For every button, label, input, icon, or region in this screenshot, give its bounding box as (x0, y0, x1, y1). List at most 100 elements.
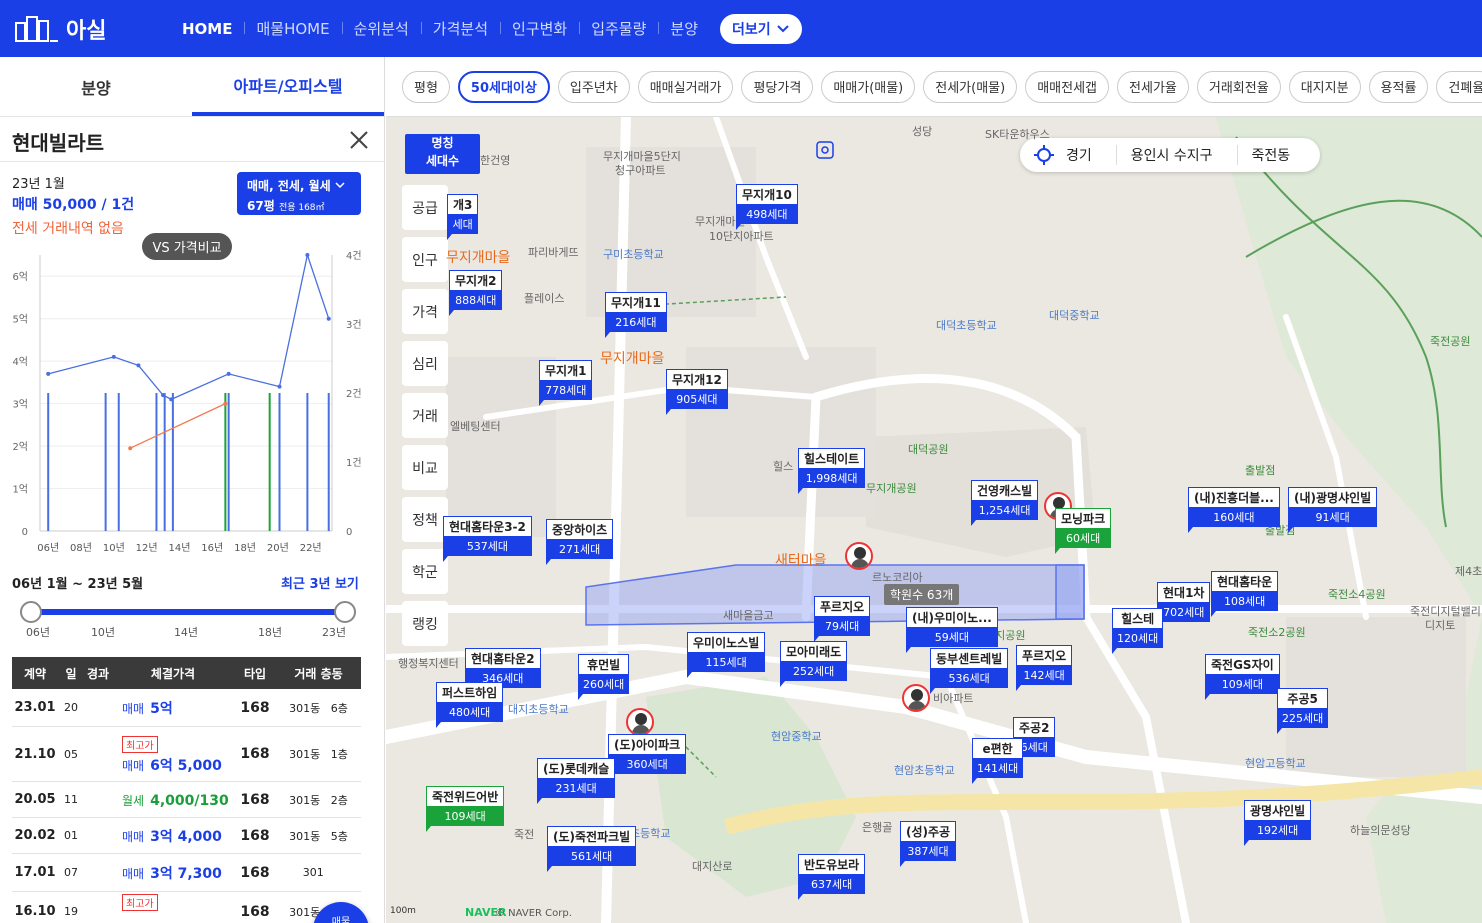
complex-marker[interactable]: 광명샤인빌 192세대 (1244, 800, 1312, 846)
map-place-label: 새터마을 (775, 553, 827, 569)
side-menu-item-5[interactable]: 비교 (402, 445, 448, 490)
complex-marker[interactable]: 우미이노스빌 115세대 (687, 632, 766, 678)
user-avatar-pin[interactable] (845, 542, 873, 570)
complex-marker[interactable]: (내)진흥더블... 160세대 (1188, 487, 1280, 533)
side-menu-item-0[interactable]: 공급 (402, 185, 448, 230)
marker-name: 현대1차 (1157, 582, 1211, 602)
nav-item-3[interactable]: 가격분석 (420, 18, 500, 39)
main-nav: HOME 매물HOME 순위분석 가격분석 인구변화 입주물량 분양 (170, 18, 710, 39)
gps-icon[interactable] (815, 140, 835, 160)
complex-marker[interactable]: (도)아이파크 360세대 (608, 734, 687, 780)
table-row[interactable]: 17.01 07 매매 3억 7,300 168 301 (12, 854, 361, 892)
nav-item-6[interactable]: 분양 (658, 18, 710, 39)
complex-marker[interactable]: 휴먼빌 260세대 (578, 654, 630, 700)
filter-chip-6[interactable]: 전세가(매물) (923, 70, 1018, 103)
complex-marker[interactable]: 죽전위드어반 109세대 (426, 786, 505, 832)
cell-date: 20.05 (14, 792, 56, 807)
marker-households: 252세대 (780, 661, 848, 681)
brand-logo[interactable]: 아실 (14, 13, 164, 45)
marker-households: 778세대 (539, 380, 593, 400)
filter-chip-5[interactable]: 매매가(매물) (821, 70, 916, 103)
complex-marker[interactable]: (도)죽전파크빌 561세대 (547, 826, 637, 872)
user-avatar-pin[interactable] (626, 708, 654, 736)
complex-marker[interactable]: (내)광명샤인빌 91세대 (1288, 487, 1378, 533)
filter-chip-9[interactable]: 거래회전율 (1196, 70, 1281, 103)
filter-chip-10[interactable]: 대지지분 (1288, 70, 1361, 103)
filter-chip-11[interactable]: 용적률 (1368, 70, 1429, 103)
nav-item-4[interactable]: 인구변화 (500, 18, 579, 39)
nav-item-1[interactable]: 매물HOME (244, 18, 341, 39)
close-icon[interactable] (348, 129, 370, 151)
filter-chip-12[interactable]: 건폐율 (1436, 70, 1482, 103)
complex-marker[interactable]: 현대홈타운3-2 537세대 (443, 516, 532, 562)
complex-marker[interactable]: 동부센트레빌 536세대 (930, 648, 1009, 694)
slider-handle-start[interactable] (20, 601, 42, 623)
side-menu-item-3[interactable]: 심리 (402, 341, 448, 386)
side-menu-item-7[interactable]: 학군 (402, 549, 448, 594)
complex-marker[interactable]: 무지개2 888세대 (449, 270, 503, 316)
complex-marker[interactable]: 힐스테 120세대 (1112, 608, 1164, 654)
filter-chip-0[interactable]: 평형 (402, 70, 450, 103)
user-avatar-pin[interactable] (902, 684, 930, 712)
complex-marker[interactable]: 주공5 225세대 (1277, 688, 1329, 734)
name-households-toggle[interactable]: 명칭 세대수 (405, 134, 480, 174)
complex-marker[interactable]: 건영캐스빌 1,254세대 (971, 480, 1039, 526)
table-row[interactable]: 20.02 01 매매 3억 4,000 168 301동 5층 (12, 818, 361, 854)
complex-marker[interactable]: 무지개12 905세대 (666, 369, 728, 415)
complex-marker[interactable]: 모닝파크 60세대 (1055, 508, 1112, 554)
filter-chip-4[interactable]: 평당가격 (741, 70, 814, 103)
complex-marker[interactable]: 무지개11 216세대 (605, 292, 667, 338)
tab-apartment-officetel[interactable]: 아파트/오피스텔 (192, 57, 384, 116)
complex-marker[interactable]: 무지개10 498세대 (736, 184, 798, 230)
loc-province[interactable]: 경기 (1066, 145, 1092, 165)
more-button[interactable]: 더보기 (720, 13, 802, 44)
side-menu-item-8[interactable]: 랭킹 (402, 601, 448, 646)
tab-bunyang[interactable]: 분양 (0, 57, 192, 116)
marker-households: 271세대 (546, 539, 614, 559)
map-place-label: 한건영 (480, 154, 511, 167)
period-slider[interactable] (20, 601, 356, 623)
table-row[interactable]: 16.1019최고가168301동 5층 (12, 892, 361, 923)
table-row[interactable]: 21.10 05 최고가 매매 6억 5,000 168 301동 1층 (12, 727, 361, 782)
nav-item-2[interactable]: 순위분석 (341, 18, 421, 39)
complex-marker[interactable]: (도)롯데캐슬 231세대 (537, 758, 616, 804)
complex-marker[interactable]: 푸르지오 142세대 (1016, 645, 1073, 691)
nav-item-5[interactable]: 입주물량 (579, 18, 658, 39)
side-menu-item-2[interactable]: 가격 (402, 289, 448, 334)
table-row[interactable]: 20.05 11 월세 4,000/130 168 301동 2층 (12, 782, 361, 818)
complex-marker[interactable]: e편한 141세대 (972, 738, 1024, 784)
complex-marker[interactable]: (내)우미이노... 59세대 (906, 607, 998, 653)
map-place-label: 엘베팅센터 (450, 420, 501, 433)
nav-item-0[interactable]: HOME (170, 20, 244, 38)
side-menu-item-1[interactable]: 인구 (402, 237, 448, 282)
cell-price: 최고가 매매 6억 5,000 (112, 734, 234, 775)
loc-dong[interactable]: 죽전동 (1236, 145, 1290, 165)
complex-marker[interactable]: 모아미래도 252세대 (780, 641, 848, 687)
complex-marker[interactable]: 중앙하이츠 271세대 (546, 519, 614, 565)
loc-city[interactable]: 용인시 수지구 (1115, 145, 1213, 165)
filter-chip-7[interactable]: 매매전세갭 (1025, 70, 1110, 103)
trade-kind: 매매 (122, 866, 145, 881)
side-menu-item-6[interactable]: 정책 (402, 497, 448, 542)
complex-marker[interactable]: 반도유보라 637세대 (798, 854, 866, 900)
complex-marker[interactable]: 죽전GS자이 109세대 (1205, 654, 1280, 700)
side-menu-item-4[interactable]: 거래 (402, 393, 448, 438)
recent-3y-link[interactable]: 최근 3년 보기 (281, 573, 359, 592)
x-tick: 10년 (103, 542, 125, 554)
complex-marker[interactable]: 개3 세대 (447, 194, 479, 240)
slider-handle-end[interactable] (334, 601, 356, 623)
complex-marker[interactable]: 푸르지오 79세대 (814, 596, 871, 642)
complex-marker[interactable]: 무지개1 778세대 (539, 360, 593, 406)
location-bar[interactable]: 경기 용인시 수지구 죽전동 (1020, 138, 1321, 172)
trade-type-select[interactable]: 매매, 전세, 월세 67평 전용 168㎡ (237, 172, 361, 215)
filter-chip-2[interactable]: 입주년차 (557, 70, 630, 103)
complex-marker[interactable]: 퍼스트하임 480세대 (436, 682, 504, 728)
complex-marker[interactable]: 현대홈타운 108세대 (1211, 571, 1279, 617)
filter-chip-8[interactable]: 전세가율 (1117, 70, 1189, 103)
filter-chip-1[interactable]: 50세대이상 (457, 70, 550, 103)
complex-marker[interactable]: 힐스테이트 1,998세대 (798, 448, 866, 494)
complex-marker[interactable]: 현대1차 702세대 (1157, 582, 1211, 628)
table-row[interactable]: 23.01 20 매매 5억 168 301동 6층 (12, 689, 361, 727)
complex-marker[interactable]: (성)주공 387세대 (900, 821, 957, 867)
filter-chip-3[interactable]: 매매실거래가 (637, 70, 734, 103)
